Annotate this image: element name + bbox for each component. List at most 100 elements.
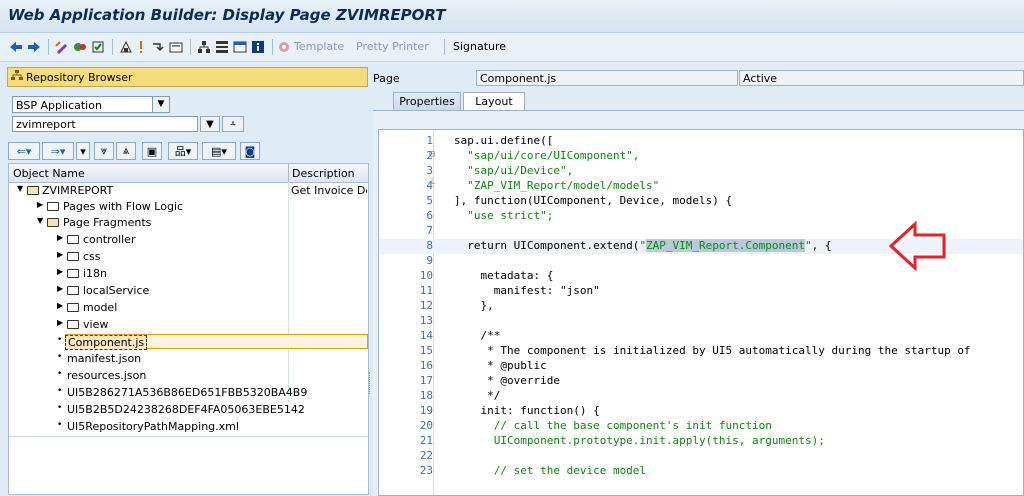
tree-node-css[interactable]: ▶ css [9,249,368,265]
collapse-button[interactable]: ⩔ [94,142,114,160]
test-icon[interactable] [136,38,146,56]
folder-icon [67,269,79,278]
tree-node-resources[interactable]: • resources.json [9,368,368,384]
code-line: "use strict"; [454,209,554,222]
expand-triangle-icon[interactable]: ▶ [57,250,63,259]
more-nav-button[interactable]: ▾ [76,142,90,160]
version-icon[interactable] [232,38,248,56]
tree-node-path-mapping[interactable]: • UI5RepositoryPathMapping.xml [9,419,368,435]
line-number: 12 [419,299,433,312]
layout-icon[interactable] [214,38,230,56]
tree-node-label: Page Fragments [63,216,152,229]
tree-node-localservice[interactable]: ▶ localService [9,283,368,299]
expand-icon: ⩓ [122,144,130,157]
line-number: 7 [426,224,433,237]
filter-button[interactable]: ▤▾ [202,142,236,160]
column-object-name[interactable]: Object Name [13,167,85,180]
display-button[interactable]: ⸛ [222,116,244,132]
line-number: 9 [426,254,433,267]
tree-node-label: css [83,250,101,263]
folder-open-icon [27,186,39,195]
expand-triangle-icon[interactable]: ▶ [57,284,63,293]
tree-node-controller[interactable]: ▶ controller [9,232,368,248]
pretty-printer-button[interactable]: Pretty Printer [356,40,429,53]
collapse-triangle-icon[interactable]: ▼ [37,216,43,225]
tree-node-label: manifest.json [67,352,142,365]
bullet-icon: • [57,369,63,379]
title-bar: Web Application Builder: Display Page ZV… [0,0,1024,33]
expand-button[interactable]: ⩓ [116,142,136,160]
edit-toggle-icon[interactable] [54,38,70,56]
tree-node-label: resources.json [67,369,147,382]
info-icon[interactable] [250,38,266,56]
line-number: 13 [419,314,433,327]
dropdown-button[interactable]: ▼ [200,116,220,132]
bullet-icon: • [57,335,63,345]
expand-triangle-icon[interactable]: ▶ [57,233,63,242]
tree-node-label: Pages with Flow Logic [63,200,184,213]
tab-layout[interactable]: Layout [463,92,525,110]
tree-node-view[interactable]: ▶ view [9,317,368,333]
expand-triangle-icon[interactable]: ▶ [37,200,43,209]
filter-icon: ▤▾ [211,144,227,158]
tree-node-ui5-file-2[interactable]: • UI5B2B5D24238268DEF4FA05063EBE5142 [9,402,368,418]
expand-triangle-icon[interactable]: ▶ [57,301,63,310]
object-name-input[interactable]: zvimreport [12,116,198,132]
refresh-button[interactable]: ◙ [240,142,260,160]
tree-node-i18n[interactable]: ▶ i18n [9,266,368,282]
forward-arrow-icon[interactable] [26,38,42,56]
tree-node-model[interactable]: ▶ model [9,300,368,316]
where-used-icon[interactable] [150,38,166,56]
arrow-right-icon: ⇒▾ [50,144,66,158]
column-description[interactable]: Description [292,167,355,180]
navigation-window-icon[interactable] [196,38,212,56]
check-icon[interactable] [90,38,106,56]
expand-triangle-icon[interactable]: ▶ [57,267,63,276]
chevron-down-icon[interactable]: ▼ [152,97,169,112]
object-type-select[interactable]: BSP Application ▼ [12,96,170,113]
line-number: 21 [419,434,433,447]
code-line: "ZAP_VIM_Report/model/models" [454,179,660,192]
other-object-icon[interactable] [72,38,88,56]
line-number: 17 [419,374,433,387]
tree-node-label: controller [83,233,136,246]
glasses-icon: ⸛ [230,120,236,131]
activate-icon[interactable] [118,38,134,56]
code-line: // call the base component's init functi… [454,419,772,432]
code-line: }, [454,299,494,312]
tree-node-label: Component.js [65,335,148,350]
selected-text: ZAP_VIM_Report.Component [646,239,806,252]
collapse-triangle-icon[interactable]: ▼ [17,184,23,193]
code-line: */ [454,389,501,402]
previous-object-button[interactable]: ⇐▾ [8,142,40,160]
code-editor[interactable]: 1 sap.ui.define([ ⊟ 2 "sap/ui/core/UICompo… [378,129,1024,496]
hierarchy-icon: 品▾ [174,145,192,158]
tree-node-manifest[interactable]: • manifest.json [9,351,368,367]
line-number: 5 [426,194,433,207]
code-line: ], function(UIComponent, Device, models)… [454,194,733,207]
tree-node-ui5-file-1[interactable]: • UI5B286271A536B86ED651FBB5320BA4B9 [9,385,368,401]
red-arrow-annotation-icon [888,221,946,271]
signature-button[interactable]: Signature [453,40,506,53]
template-button[interactable]: Template [294,40,344,53]
tree-node-app[interactable]: ▼ ZVIMREPORT Get Invoice Det [9,183,368,199]
next-object-button[interactable]: ⇒▾ [42,142,74,160]
line-number: 4 [426,179,433,192]
display-object-list-icon[interactable] [168,38,184,56]
tab-properties[interactable]: Properties [393,92,461,110]
hierarchy-button[interactable]: 品▾ [168,142,198,160]
code-line: manifest: "json" [454,284,600,297]
tree-node-component-js[interactable]: • Component.js [9,334,368,350]
page-status-field: Active [739,70,1024,86]
expand-triangle-icon[interactable]: ▶ [57,318,63,327]
template-icon [276,38,292,56]
back-arrow-icon[interactable] [8,38,24,56]
line-number: 18 [419,389,433,402]
repository-browser-header[interactable]: Repository Browser [7,67,368,87]
tree-node-label: view [83,318,109,331]
find-button[interactable]: ▣ [142,142,162,160]
line-number: 20 [419,419,433,432]
tree-node-pages[interactable]: ▶ Pages with Flow Logic [9,199,368,215]
bullet-icon: • [57,403,63,413]
tree-node-page-fragments[interactable]: ▼ Page Fragments [9,215,368,231]
